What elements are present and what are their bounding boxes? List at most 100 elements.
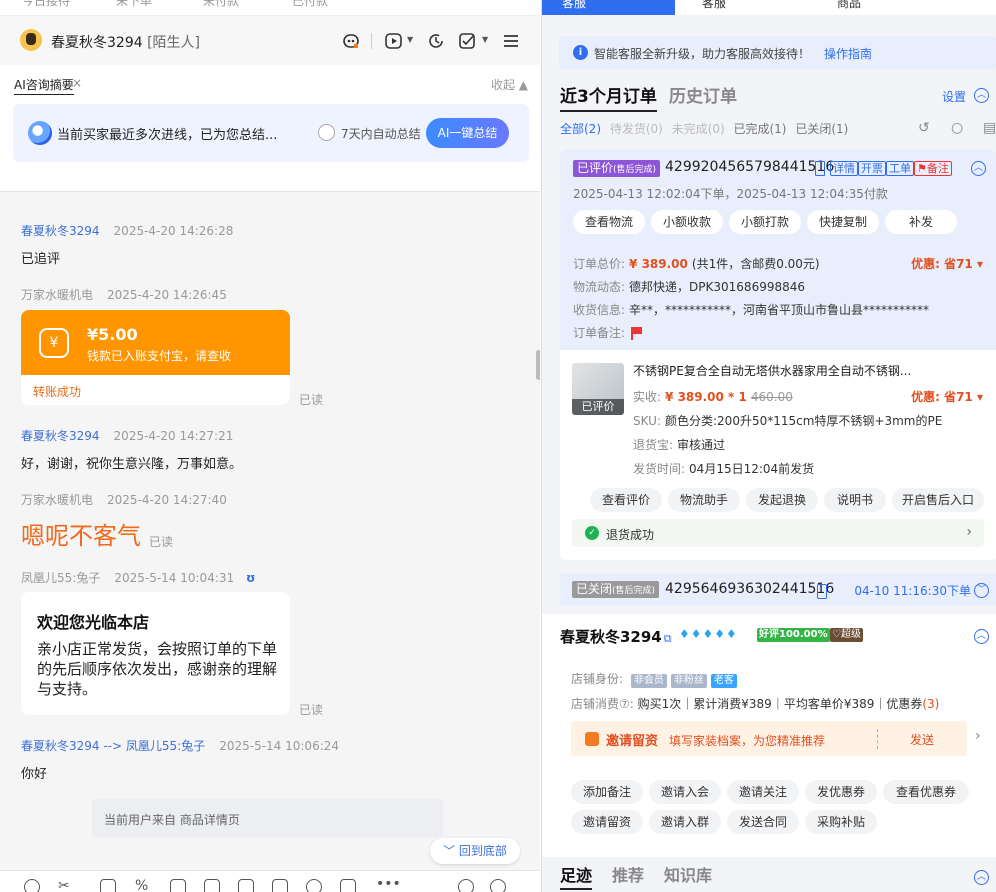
- send-mode-icon[interactable]: [458, 879, 474, 892]
- user-source-box: 当前用户来自 商品详情页: [92, 799, 443, 837]
- filter-to-ship[interactable]: 待发货(0): [610, 122, 663, 136]
- ai-summary-close-icon[interactable]: ×: [72, 76, 82, 90]
- upload-icon[interactable]: [100, 879, 116, 892]
- more-icon[interactable]: •••: [376, 877, 401, 892]
- action-add-remark[interactable]: 添加备注: [571, 780, 643, 804]
- order-discount[interactable]: 优惠: 省71 ▾: [911, 255, 983, 272]
- auto-summary-checkbox[interactable]: [318, 124, 335, 141]
- action-invite-info[interactable]: 邀请留资: [571, 810, 643, 834]
- order-remark-tag[interactable]: ⚑备注: [914, 161, 952, 176]
- video-dropdown-icon[interactable]: ▼: [407, 35, 413, 44]
- product-thumbnail[interactable]: 已评价: [572, 363, 624, 415]
- tab-footprint[interactable]: 足迹: [560, 862, 593, 890]
- order-card-collapsed[interactable]: 已关闭(售后完成) 4295646936302441516 04-10 11:1…: [560, 573, 996, 606]
- message-sender[interactable]: 春夏秋冬3294: [21, 429, 100, 443]
- filter-closed[interactable]: 已关闭(1): [795, 122, 848, 136]
- tab-service[interactable]: 客服: [702, 0, 726, 11]
- copy-icon[interactable]: [815, 161, 825, 176]
- action-start-return[interactable]: 发起退换: [746, 488, 818, 512]
- ai-summary-tab[interactable]: AI咨询摘要: [14, 76, 74, 95]
- task-dropdown-icon[interactable]: ▼: [482, 35, 488, 44]
- action-after-sale-entry[interactable]: 开启售后入口: [892, 488, 984, 512]
- expand-icon[interactable]: ﹀: [974, 583, 989, 598]
- doc-icon[interactable]: [340, 879, 356, 892]
- action-reship[interactable]: 补发: [885, 210, 957, 234]
- robot-icon[interactable]: [340, 30, 362, 52]
- discount-icon[interactable]: [204, 879, 220, 892]
- message-meta: 春夏秋冬3294 2025-4-20 14:27:21: [21, 427, 233, 444]
- filter-incomplete[interactable]: 未完成(0): [672, 122, 725, 136]
- order-total: 订单总价: ¥ 389.00 (共1件，含邮费0.00元): [573, 255, 820, 272]
- product-title[interactable]: 不锈钢PE复合全自动无塔供水器家用全自动不锈钢...: [633, 362, 913, 379]
- product-discount[interactable]: 优惠: 省71 ▾: [911, 388, 983, 405]
- filter-all[interactable]: 全部(2): [560, 122, 601, 136]
- action-manual[interactable]: 说明书: [824, 488, 886, 512]
- action-logistics[interactable]: 查看物流: [573, 210, 645, 234]
- collapse-icon[interactable]: ︿: [974, 88, 989, 103]
- tab-knowledge[interactable]: 知识库: [664, 862, 712, 886]
- customer-name: 春夏秋冬3294 [陌生人]: [51, 32, 200, 52]
- chat-icon[interactable]: [306, 879, 322, 892]
- action-purchase-subsidy[interactable]: 采购补贴: [805, 810, 877, 834]
- product-icon[interactable]: [170, 879, 186, 892]
- action-logistics-helper[interactable]: 物流助手: [668, 488, 740, 512]
- bottom-collapse-icon[interactable]: ︿: [974, 870, 989, 885]
- invite-send-button[interactable]: 发送: [910, 731, 934, 748]
- menu-icon[interactable]: [500, 30, 522, 52]
- filter-completed[interactable]: 已完成(1): [733, 122, 786, 136]
- coupon-count[interactable]: (3): [922, 697, 939, 711]
- chevron-right-icon[interactable]: ›: [975, 728, 981, 744]
- history-icon[interactable]: [425, 30, 447, 52]
- queue-tab-today[interactable]: 今日接待: [22, 0, 70, 9]
- list-icon[interactable]: ▤: [983, 120, 996, 136]
- video-icon[interactable]: [383, 30, 405, 52]
- action-small-collect[interactable]: 小额收款: [651, 210, 723, 234]
- order-detail-tag[interactable]: 详情: [830, 161, 858, 176]
- emoji-icon[interactable]: [24, 879, 40, 892]
- queue-tab-unordered[interactable]: 未下单: [116, 0, 152, 9]
- settings-link[interactable]: 设置: [942, 88, 966, 105]
- action-view-coupon[interactable]: 查看优惠券: [883, 780, 969, 804]
- ai-summarize-button[interactable]: AI一键总结: [426, 118, 509, 148]
- task-check-icon[interactable]: [457, 30, 479, 52]
- ai-summary-collapse[interactable]: 收起 ▲: [491, 76, 528, 93]
- message-time: 2025-4-20 14:26:45: [107, 288, 227, 302]
- action-small-pay[interactable]: 小额打款: [729, 210, 801, 234]
- scissors-icon[interactable]: ✂: [58, 879, 74, 892]
- tab-service-active[interactable]: 客服: [542, 0, 675, 15]
- copy-icon[interactable]: [817, 584, 827, 599]
- action-send-coupon[interactable]: 发优惠券: [805, 780, 877, 804]
- refresh-icon[interactable]: ↺: [918, 120, 930, 136]
- coupon-icon[interactable]: %: [135, 879, 151, 892]
- tab-recent-orders[interactable]: 近3个月订单: [560, 82, 657, 112]
- message-sender[interactable]: 春夏秋冬3294: [21, 224, 100, 238]
- bag-icon[interactable]: [272, 879, 288, 892]
- search-icon[interactable]: ○: [951, 120, 963, 136]
- action-invite-member[interactable]: 邀请入会: [649, 780, 721, 804]
- action-view-review[interactable]: 查看评价: [590, 488, 662, 512]
- refund-status-bar[interactable]: ✓ 退货成功 ›: [572, 519, 984, 547]
- guide-link[interactable]: 操作指南: [824, 47, 872, 61]
- order-invoice-tag[interactable]: 开票: [858, 161, 886, 176]
- tab-history-orders[interactable]: 历史订单: [669, 82, 737, 107]
- payment-card[interactable]: ¥ ¥5.00 钱款已入账支付宝，请查收 转账成功: [21, 310, 290, 405]
- order-ticket-tag[interactable]: 工单: [886, 161, 914, 176]
- action-send-contract[interactable]: 发送合同: [727, 810, 799, 834]
- tab-product[interactable]: 商品: [837, 0, 861, 11]
- settings-icon[interactable]: [490, 879, 506, 892]
- flag-icon[interactable]: [631, 327, 643, 340]
- message-sender[interactable]: 春夏秋冬3294 --> 凤凰儿55:兔子: [21, 739, 205, 753]
- message-scrollbar[interactable]: [536, 350, 540, 380]
- action-invite-follow[interactable]: 邀请关注: [727, 780, 799, 804]
- order-icon[interactable]: [238, 879, 254, 892]
- tab-recommend[interactable]: 推荐: [612, 862, 644, 886]
- order-collapse-icon[interactable]: ︿: [971, 161, 986, 176]
- action-quick-copy[interactable]: 快捷复制: [807, 210, 879, 234]
- customer-avatar[interactable]: [20, 29, 42, 51]
- queue-tab-paid[interactable]: 已付款: [292, 0, 328, 9]
- queue-tab-unpaid[interactable]: 未付款: [203, 0, 239, 9]
- customer-collapse-icon[interactable]: ︿: [974, 629, 989, 644]
- action-invite-group[interactable]: 邀请入群: [649, 810, 721, 834]
- back-to-bottom-button[interactable]: ﹀ 回到底部: [430, 838, 520, 864]
- copy-icon[interactable]: ⧉: [664, 632, 672, 645]
